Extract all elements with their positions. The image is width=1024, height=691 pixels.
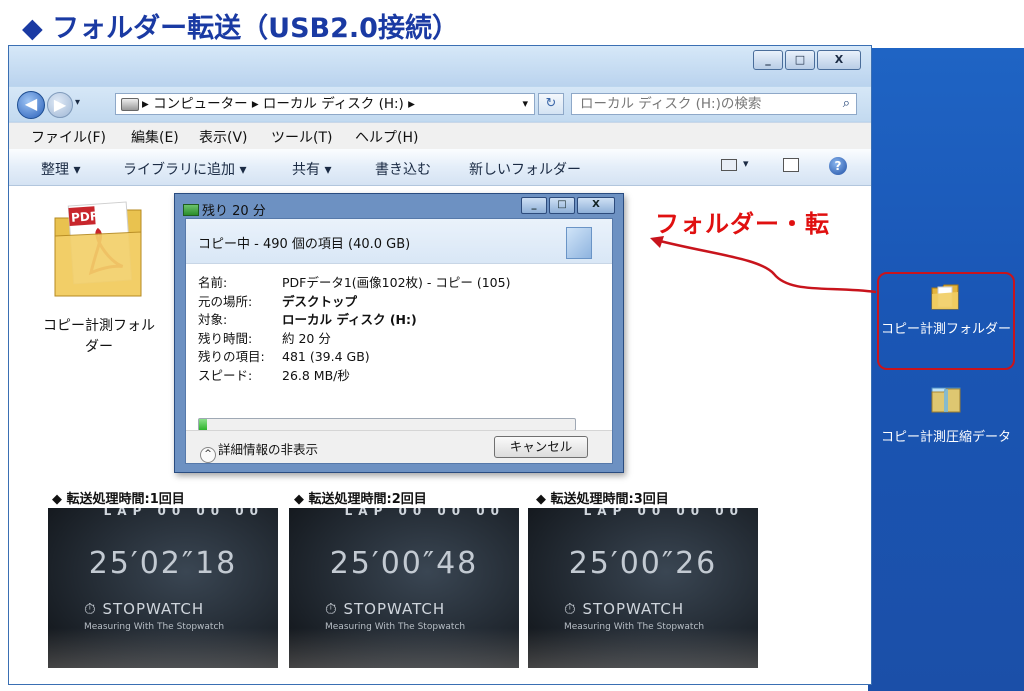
detail-value: 約 20 分 xyxy=(282,330,331,346)
search-input[interactable]: ローカル ディスク (H:)の検索 ⌕ xyxy=(571,93,857,115)
stopwatch-icon: ⏱ xyxy=(564,600,577,618)
svg-text:PDF: PDF xyxy=(71,209,99,225)
transfer-time-label-3: ◆ 転送処理時間:3回目 xyxy=(536,492,669,507)
preview-pane-icon[interactable] xyxy=(783,158,799,172)
detail-key: 残り時間: xyxy=(198,330,253,346)
folder-icon xyxy=(931,284,959,310)
desktop-icon-label: コピー計測圧縮データ xyxy=(880,430,1011,445)
detail-value: 26.8 MB/秒 xyxy=(282,367,350,383)
navigation-bar: ◀ ▶ ▾ ▸ コンピューター ▸ ローカル ディスク (H:) ▸ ▾ ↻ ロ… xyxy=(9,87,871,121)
address-dropdown-icon[interactable]: ▾ xyxy=(522,94,528,114)
copy-progress-dialog: 残り 20 分 _ □ X コピー中 - 490 個の項目 (40.0 GB) … xyxy=(174,193,624,473)
view-dropdown-icon[interactable]: ▾ xyxy=(743,157,749,170)
refresh-button[interactable]: ↻ xyxy=(538,93,564,115)
help-icon[interactable]: ? xyxy=(829,157,847,175)
stopwatch-lap: LAP 00 00 00 xyxy=(103,508,264,518)
stopwatch-time: 25′00″48 xyxy=(329,546,479,581)
command-bar: 整理 ▾ ライブラリに追加 ▾ 共有 ▾ 書き込む 新しいフォルダー ▾ ? xyxy=(9,149,871,186)
stopwatch-time: 25′02″18 xyxy=(88,546,238,581)
compressed-folder-icon xyxy=(931,387,961,413)
folder-pdf-icon: PDF xyxy=(54,201,142,297)
document-icon xyxy=(566,227,592,259)
folder-item[interactable]: PDF xyxy=(49,196,149,300)
detail-key: スピード: xyxy=(198,367,253,383)
search-placeholder: ローカル ディスク (H:)の検索 xyxy=(580,96,762,112)
annotation-arrow-icon xyxy=(650,236,877,294)
copy-status: コピー中 - 490 個の項目 (40.0 GB) xyxy=(198,237,411,252)
stopwatch-brand: ⏱ STOPWATCH xyxy=(564,600,684,618)
search-icon[interactable]: ⌕ xyxy=(843,94,850,114)
maximize-button[interactable]: □ xyxy=(785,50,815,70)
desktop-icon-label: コピー計測フォルダー xyxy=(880,322,1011,337)
stopwatch-time: 25′00″26 xyxy=(568,546,718,581)
detail-key: 残りの項目: xyxy=(198,349,265,364)
dialog-minimize-button[interactable]: _ xyxy=(521,197,547,214)
close-button[interactable]: X xyxy=(817,50,861,70)
view-options-icon[interactable] xyxy=(721,159,737,171)
dialog-header: コピー中 - 490 個の項目 (40.0 GB) xyxy=(186,219,612,264)
add-to-library-button[interactable]: ライブラリに追加 ▾ xyxy=(123,159,246,179)
stopwatch-brand-text: STOPWATCH xyxy=(343,600,446,618)
address-bar[interactable]: ▸ コンピューター ▸ ローカル ディスク (H:) ▸ ▾ xyxy=(115,93,535,115)
recent-pages-dropdown-icon[interactable]: ▾ xyxy=(75,97,80,108)
minimize-button[interactable]: _ xyxy=(753,50,783,70)
detail-value: デスクトップ xyxy=(282,293,358,309)
burn-button[interactable]: 書き込む xyxy=(375,159,431,179)
back-button[interactable]: ◀ xyxy=(17,91,45,119)
address-path: ▸ コンピューター ▸ ローカル ディスク (H:) ▸ xyxy=(142,96,415,112)
dialog-window-controls: _ □ X xyxy=(519,197,615,214)
menu-tools[interactable]: ツール(T) xyxy=(271,127,332,147)
photo-glare xyxy=(528,628,758,668)
copy-icon xyxy=(183,204,199,216)
menu-file[interactable]: ファイル(F) xyxy=(31,127,106,147)
photo-glare xyxy=(289,628,519,668)
page-title: ◆ フォルダー転送（USB2.0接続） xyxy=(22,13,459,44)
transfer-time-label-1: ◆ 転送処理時間:1回目 xyxy=(52,492,185,507)
organize-button[interactable]: 整理 ▾ xyxy=(41,159,80,179)
menu-bar: ファイル(F) 編集(E) 表示(V) ツール(T) ヘルプ(H) xyxy=(9,122,871,150)
detail-value: PDFデータ1(画像102枚) - コピー (105) xyxy=(282,275,511,290)
detail-value: 481 (39.4 GB) xyxy=(282,349,370,364)
detail-key: 元の場所: xyxy=(198,293,253,309)
drive-icon xyxy=(121,98,139,111)
menu-help[interactable]: ヘルプ(H) xyxy=(355,127,418,147)
dialog-close-button[interactable]: X xyxy=(577,197,615,214)
stopwatch-brand: ⏱ STOPWATCH xyxy=(84,600,204,618)
title-bar: _ □ X xyxy=(9,46,871,86)
details-toggle-label: 詳細情報の非表示 xyxy=(218,442,319,457)
stopwatch-brand-text: STOPWATCH xyxy=(102,600,205,618)
details-toggle[interactable]: ^ 詳細情報の非表示 xyxy=(200,439,318,463)
detail-value: ローカル ディスク (H:) xyxy=(282,312,417,327)
new-folder-button[interactable]: 新しいフォルダー xyxy=(469,159,581,179)
dialog-maximize-button[interactable]: □ xyxy=(549,197,575,214)
stopwatch-lap: LAP 00 00 00 xyxy=(344,508,505,518)
window-controls: _ □ X xyxy=(751,50,861,70)
detail-key: 名前: xyxy=(198,275,228,290)
share-button[interactable]: 共有 ▾ xyxy=(292,159,331,179)
stopwatch-icon: ⏱ xyxy=(325,600,338,618)
stopwatch-brand: ⏱ STOPWATCH xyxy=(325,600,445,618)
forward-button[interactable]: ▶ xyxy=(47,92,73,118)
menu-edit[interactable]: 編集(E) xyxy=(131,127,179,147)
stopwatch-photo-1: LAP 00 00 00 25′02″18 ⏱ STOPWATCH Measur… xyxy=(48,508,278,668)
stopwatch-brand-text: STOPWATCH xyxy=(582,600,685,618)
progress-fill xyxy=(199,419,207,430)
cancel-button[interactable]: キャンセル xyxy=(494,436,588,458)
dialog-title-text: 残り 20 分 xyxy=(202,204,266,219)
dialog-title: 残り 20 分 xyxy=(183,200,266,219)
stopwatch-icon: ⏱ xyxy=(84,600,97,618)
dialog-footer: ^ 詳細情報の非表示 キャンセル xyxy=(186,430,612,463)
transfer-time-label-2: ◆ 転送処理時間:2回目 xyxy=(294,492,427,507)
photo-glare xyxy=(48,628,278,668)
dialog-body: コピー中 - 490 個の項目 (40.0 GB) 名前: PDFデータ1(画像1… xyxy=(185,218,613,464)
menu-view[interactable]: 表示(V) xyxy=(199,127,248,147)
chevron-up-icon: ^ xyxy=(200,447,216,463)
stopwatch-photo-3: LAP 00 00 00 25′00″26 ⏱ STOPWATCH Measur… xyxy=(528,508,758,668)
stopwatch-lap: LAP 00 00 00 xyxy=(583,508,744,518)
stopwatch-photo-2: LAP 00 00 00 25′00″48 ⏱ STOPWATCH Measur… xyxy=(289,508,519,668)
detail-key: 対象: xyxy=(198,312,228,327)
folder-label: コピー計測フォルダー xyxy=(43,318,155,355)
